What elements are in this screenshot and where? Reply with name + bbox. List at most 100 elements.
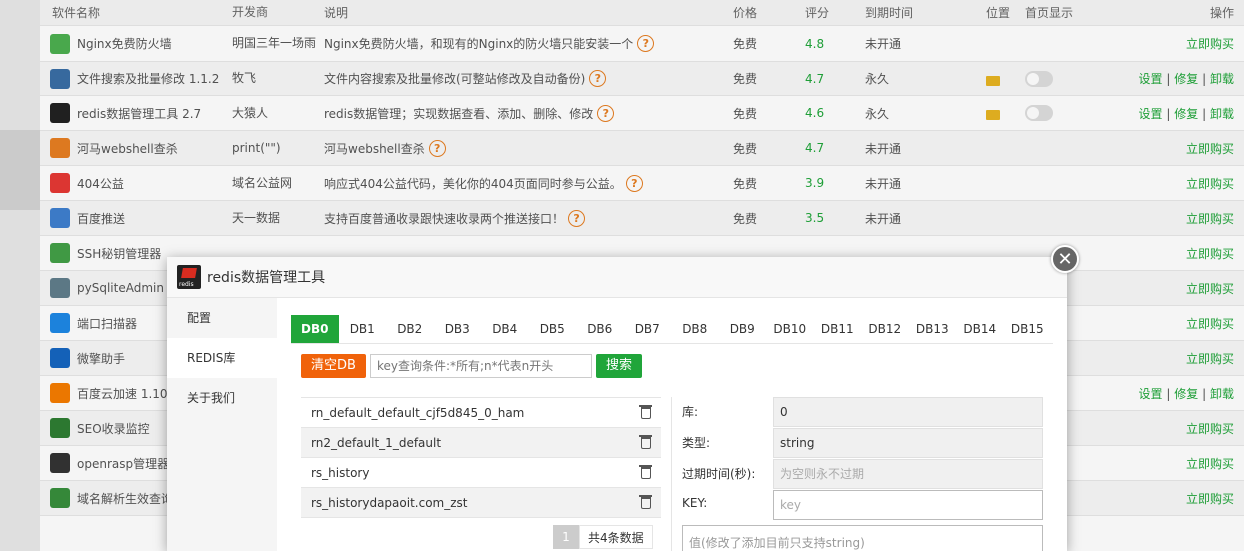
uninstall-link[interactable]: 卸载 xyxy=(1210,107,1234,121)
tab-db15[interactable]: DB15 xyxy=(1004,315,1052,343)
search-button[interactable]: 搜索 xyxy=(595,354,642,378)
plugin-price: 免费 xyxy=(733,211,758,226)
key-name[interactable]: rs_history xyxy=(311,466,369,480)
trash-icon[interactable] xyxy=(639,464,652,479)
table-row: 河马webshell查杀 print("") 河马webshell查杀? 免费 4.7 未… xyxy=(40,131,1244,166)
plugin-dev: 牧飞 xyxy=(232,71,257,85)
plugin-desc: 响应式404公益代码，美化你的404页面同时参与公益。? xyxy=(324,174,643,192)
tab-db14[interactable]: DB14 xyxy=(956,315,1004,343)
tab-db9[interactable]: DB9 xyxy=(719,315,767,343)
tab-db11[interactable]: DB11 xyxy=(814,315,862,343)
trash-icon[interactable] xyxy=(639,494,652,509)
help-icon[interactable]: ? xyxy=(589,70,607,87)
key-name[interactable]: rs_historydapaoit.com_zst xyxy=(311,496,467,510)
buy-now-link[interactable]: 立即购买 xyxy=(1186,420,1234,437)
trash-icon[interactable] xyxy=(639,404,652,419)
buy-now-link[interactable]: 立即购买 xyxy=(1186,140,1234,157)
plugin-name-text: 百度云加速 1.10 xyxy=(77,386,168,401)
tab-db3[interactable]: DB3 xyxy=(434,315,482,343)
tab-db5[interactable]: DB5 xyxy=(529,315,577,343)
buy-now-link[interactable]: 立即购买 xyxy=(1186,280,1234,297)
buy-now-link[interactable]: 立即购买 xyxy=(1186,35,1234,52)
buy-now-link[interactable]: 立即购买 xyxy=(1186,350,1234,367)
tab-db6[interactable]: DB6 xyxy=(576,315,624,343)
db-label: 库: xyxy=(682,405,699,419)
db-toolbar: 清空DB 搜索 xyxy=(301,354,642,378)
weiqing-icon xyxy=(50,348,70,368)
clear-db-button[interactable]: 清空DB xyxy=(301,354,366,378)
table-row: 404公益 域名公益网 响应式404公益代码，美化你的404页面同时参与公益。? 免费… xyxy=(40,166,1244,201)
tab-db1[interactable]: DB1 xyxy=(339,315,387,343)
help-icon[interactable]: ? xyxy=(568,209,586,227)
settings-link[interactable]: 设置 xyxy=(1139,387,1163,401)
tab-db8[interactable]: DB8 xyxy=(671,315,719,343)
help-icon[interactable]: ? xyxy=(625,174,643,192)
settings-link[interactable]: 设置 xyxy=(1139,72,1163,86)
close-icon[interactable]: ✕ xyxy=(1051,245,1079,273)
waf-icon xyxy=(50,33,70,54)
plugin-score: 4.6 xyxy=(805,106,825,120)
plugin-name-text: 微擎助手 xyxy=(77,351,126,366)
page-number[interactable]: 1 xyxy=(553,525,579,549)
help-icon[interactable]: ? xyxy=(597,104,615,122)
port-scan-icon xyxy=(50,313,70,333)
uninstall-link[interactable]: 卸载 xyxy=(1210,72,1234,86)
home-display-toggle[interactable] xyxy=(1025,105,1053,121)
folder-icon[interactable] xyxy=(986,74,1000,86)
tab-db10[interactable]: DB10 xyxy=(766,315,814,343)
openrasp-icon xyxy=(50,453,70,473)
tab-db2[interactable]: DB2 xyxy=(386,315,434,343)
key-row[interactable]: rn2_default_1_default xyxy=(301,428,661,458)
buy-now-link[interactable]: 立即购买 xyxy=(1186,315,1234,332)
plugin-desc-text: 文件内容搜索及批量修改(可整站修改及自动备份) xyxy=(324,72,586,86)
key-search-input[interactable] xyxy=(369,354,592,378)
tab-db12[interactable]: DB12 xyxy=(861,315,909,343)
key-row[interactable]: rs_history xyxy=(301,458,661,488)
sqlite-icon xyxy=(50,278,70,298)
plugin-name: 域名解析生效查询 xyxy=(50,488,173,508)
key-field[interactable]: key xyxy=(773,490,1043,520)
folder-icon[interactable] xyxy=(986,108,1000,120)
col-op: 操作 xyxy=(1209,6,1234,20)
buy-now-link[interactable]: 立即购买 xyxy=(1186,490,1234,507)
uninstall-link[interactable]: 卸载 xyxy=(1210,387,1234,401)
col-name: 软件名称 xyxy=(52,6,101,20)
repair-link[interactable]: 修复 xyxy=(1174,387,1198,401)
help-icon[interactable]: ? xyxy=(637,35,655,52)
ttl-field[interactable]: 为空则永不过期 xyxy=(773,459,1043,489)
plugin-actions: 设置 | 修复 | 卸载 xyxy=(1138,386,1234,401)
plugin-expire: 未开通 xyxy=(865,37,902,51)
buy-now-link[interactable]: 立即购买 xyxy=(1186,455,1234,472)
help-icon[interactable]: ? xyxy=(428,139,446,157)
seo-icon xyxy=(50,418,70,438)
db-field: 0 xyxy=(773,397,1043,427)
sidebar-item-config[interactable]: 配置 xyxy=(167,298,277,338)
plugin-name-text: redis数据管理工具 2.7 xyxy=(77,106,202,121)
sidebar-item-about[interactable]: 关于我们 xyxy=(167,378,277,418)
key-row[interactable]: rs_historydapaoit.com_zst xyxy=(301,488,661,518)
repair-link[interactable]: 修复 xyxy=(1174,107,1198,121)
tab-db7[interactable]: DB7 xyxy=(624,315,672,343)
plugin-price: 免费 xyxy=(733,176,758,191)
repair-link[interactable]: 修复 xyxy=(1174,72,1198,86)
buy-now-link[interactable]: 立即购买 xyxy=(1186,175,1234,192)
key-row[interactable]: rn_default_default_cjf5d845_0_ham xyxy=(301,398,661,428)
tab-db4[interactable]: DB4 xyxy=(481,315,529,343)
home-display-toggle[interactable] xyxy=(1025,70,1053,87)
col-dev: 开发商 xyxy=(232,5,269,19)
sidebar-item-redis-db[interactable]: REDIS库 xyxy=(167,338,277,378)
key-name[interactable]: rn2_default_1_default xyxy=(311,436,441,450)
value-field[interactable]: 值(修改了添加目前只支持string) xyxy=(682,525,1043,551)
dialog-titlebar: redis数据管理工具 xyxy=(167,257,1067,298)
plugin-dev: 域名公益网 xyxy=(232,175,293,190)
buy-now-link[interactable]: 立即购买 xyxy=(1186,245,1234,262)
tab-db13[interactable]: DB13 xyxy=(909,315,957,343)
plugin-name-text: 404公益 xyxy=(77,176,124,191)
key-name[interactable]: rn_default_default_cjf5d845_0_ham xyxy=(311,406,524,420)
buy-now-link[interactable]: 立即购买 xyxy=(1186,210,1234,227)
tab-db0[interactable]: DB0 xyxy=(291,315,339,343)
plugin-desc-text: 支持百度普通收录跟快速收录两个推送接口！ xyxy=(324,211,565,226)
trash-icon[interactable] xyxy=(639,434,652,449)
settings-link[interactable]: 设置 xyxy=(1139,107,1163,121)
ttl-label: 过期时间(秒): xyxy=(682,467,756,481)
